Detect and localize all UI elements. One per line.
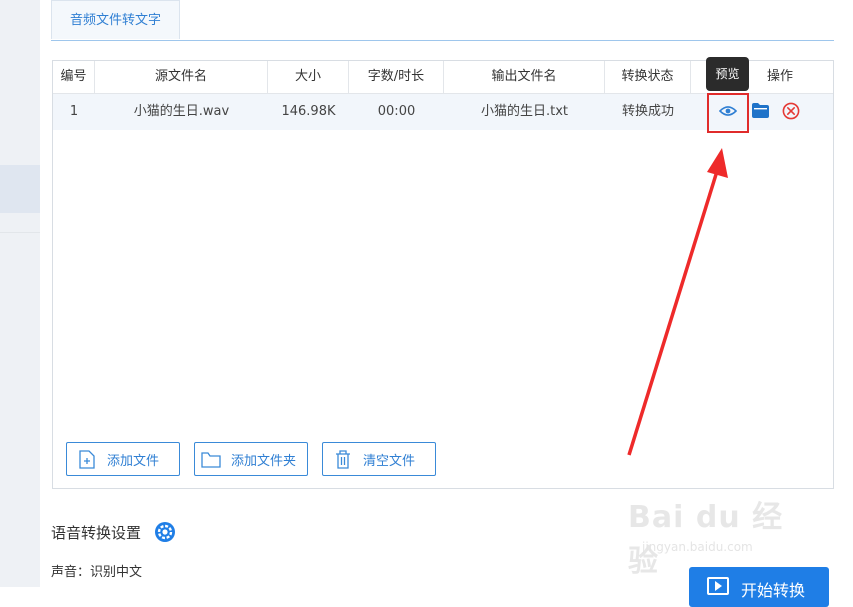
header-duration: 字数/时长 xyxy=(349,61,444,93)
sidebar-selected-item[interactable] xyxy=(0,165,40,213)
tab-bar: 音频文件转文字 xyxy=(51,0,834,41)
tab-audio-to-text[interactable]: 音频文件转文字 xyxy=(51,0,180,39)
add-file-icon xyxy=(79,449,97,469)
header-output: 输出文件名 xyxy=(444,61,605,93)
cell-index: 1 xyxy=(69,104,79,119)
baidu-watermark: Bai du 经验 jingyan.baidu.com xyxy=(628,492,808,579)
add-file-label: 添加文件 xyxy=(107,453,160,469)
add-folder-button[interactable]: 添加文件夹 xyxy=(194,442,308,476)
header-status: 转换状态 xyxy=(605,61,691,93)
header-index: 编号 xyxy=(53,61,95,93)
clear-files-button[interactable]: 清空文件 xyxy=(322,442,436,476)
cell-status: 转换成功 xyxy=(621,104,674,119)
trash-icon xyxy=(335,449,353,469)
cell-source: 小猫的生日.wav xyxy=(133,104,230,119)
add-folder-label: 添加文件夹 xyxy=(231,453,297,469)
header-size: 大小 xyxy=(268,61,349,93)
start-convert-label: 开始转换 xyxy=(741,581,806,600)
delete-circle-x-icon[interactable] xyxy=(782,102,802,122)
settings-title: 语音转换设置 xyxy=(51,524,142,542)
file-table-panel: 编号 源文件名 大小 字数/时长 输出文件名 转换状态 操作 1 小猫的生日.w… xyxy=(52,60,834,489)
cell-size: 146.98K xyxy=(281,104,336,119)
start-convert-button[interactable]: 开始转换 xyxy=(689,567,829,607)
watermark-url: jingyan.baidu.com xyxy=(642,540,753,554)
cell-output: 小猫的生日.txt xyxy=(480,104,569,119)
add-file-button[interactable]: 添加文件 xyxy=(66,442,180,476)
play-icon xyxy=(707,577,729,595)
cell-duration: 00:00 xyxy=(377,104,416,119)
table-row[interactable]: 1 小猫的生日.wav 146.98K 00:00 小猫的生日.txt 转换成功 xyxy=(53,93,833,133)
preview-eye-icon[interactable] xyxy=(716,99,740,123)
sidebar xyxy=(0,0,40,587)
preview-tooltip: 预览 xyxy=(706,57,749,91)
add-folder-icon xyxy=(201,449,221,469)
clear-files-label: 清空文件 xyxy=(363,453,416,469)
sidebar-divider xyxy=(0,232,40,233)
voice-setting-label: 声音：识别中文 xyxy=(51,565,143,580)
open-folder-icon[interactable] xyxy=(752,103,769,119)
header-source: 源文件名 xyxy=(95,61,268,93)
gear-icon[interactable] xyxy=(154,521,176,543)
